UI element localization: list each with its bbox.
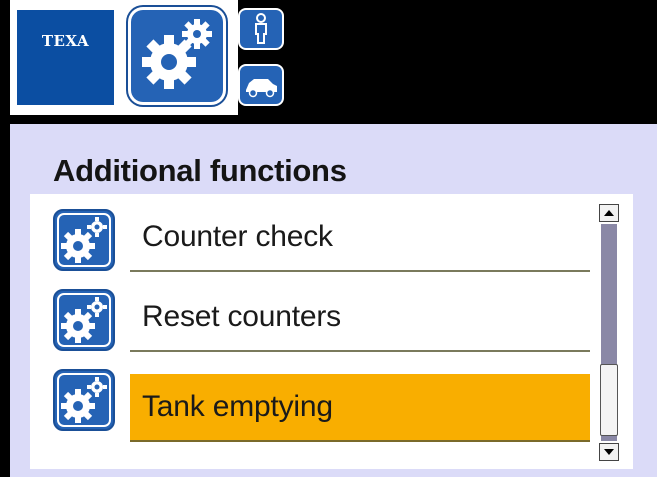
item-label-box: Reset counters bbox=[130, 284, 590, 352]
function-list: Counter check Reset counters Tank emptyi… bbox=[30, 194, 633, 469]
item-label: Tank emptying bbox=[142, 390, 333, 423]
texa-logo: TEXA bbox=[17, 10, 114, 105]
list-item-counter-check[interactable]: Counter check bbox=[30, 204, 596, 280]
brand-text: TEXA bbox=[41, 32, 90, 50]
item-label-box: Counter check bbox=[130, 204, 590, 272]
gears-icon bbox=[131, 10, 223, 102]
scroll-thumb[interactable] bbox=[600, 364, 618, 436]
list-item-reset-counters[interactable]: Reset counters bbox=[30, 284, 596, 360]
page-title: Additional functions bbox=[53, 153, 347, 188]
scrollbar[interactable] bbox=[598, 204, 620, 461]
scroll-up-button[interactable] bbox=[599, 204, 619, 222]
arrow-down-icon bbox=[604, 449, 614, 455]
arrow-up-icon bbox=[604, 210, 614, 216]
gears-icon bbox=[52, 208, 116, 272]
person-button[interactable] bbox=[240, 10, 282, 48]
car-button[interactable] bbox=[240, 66, 282, 104]
content-panel: Additional functions Counter check Reset… bbox=[10, 124, 657, 477]
item-label-box-selected: Tank emptying bbox=[130, 374, 590, 442]
gears-icon bbox=[52, 368, 116, 432]
person-icon bbox=[255, 13, 267, 44]
list-item-tank-emptying[interactable]: Tank emptying bbox=[30, 364, 596, 442]
item-label: Counter check bbox=[142, 220, 333, 253]
scroll-down-button[interactable] bbox=[599, 443, 619, 461]
gears-icon bbox=[52, 288, 116, 352]
car-icon bbox=[246, 79, 277, 98]
item-label: Reset counters bbox=[142, 300, 341, 333]
